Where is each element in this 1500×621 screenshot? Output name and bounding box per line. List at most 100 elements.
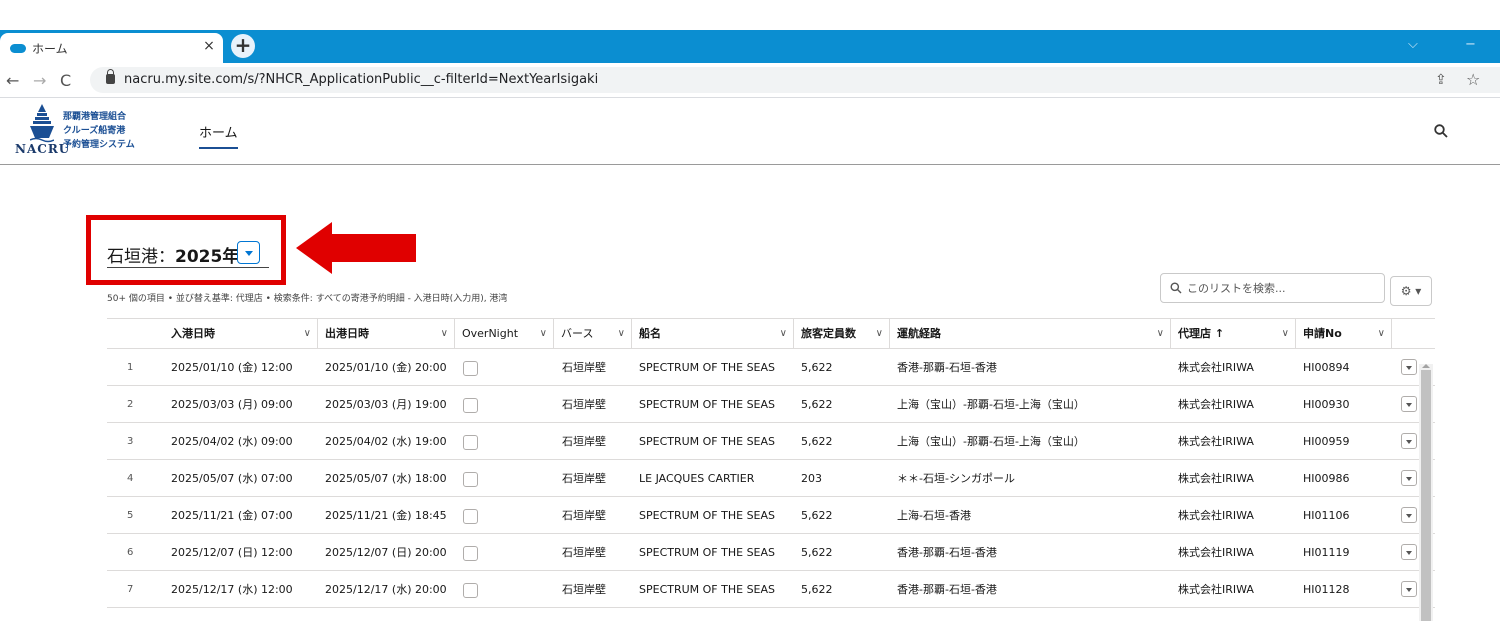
scrollbar-thumb[interactable]: [1421, 370, 1431, 621]
red-arrow-icon: [296, 222, 416, 274]
overnight-checkbox[interactable]: [463, 546, 478, 561]
overnight-checkbox[interactable]: [463, 435, 478, 450]
agent-cell: 株式会社IRIWA: [1178, 583, 1254, 596]
ship-cell: SPECTRUM OF THE SEAS: [639, 546, 776, 559]
column-header-arrival[interactable]: 入港日時 ∨: [163, 319, 317, 349]
agent-cell: 株式会社IRIWA: [1178, 361, 1254, 374]
row-number: 7: [127, 584, 134, 595]
berth-cell: 石垣岸壁: [562, 546, 606, 559]
logo-name: NACRU: [15, 142, 71, 156]
url-field[interactable]: nacru.my.site.com/s/?NHCR_ApplicationPub…: [90, 67, 1500, 93]
overnight-checkbox[interactable]: [463, 583, 478, 598]
agent-cell: 株式会社IRIWA: [1178, 435, 1254, 448]
berth-cell: 石垣岸壁: [562, 435, 606, 448]
row-action-button[interactable]: [1401, 470, 1417, 486]
row-action-button[interactable]: [1401, 359, 1417, 375]
route-cell: 香港-那覇-石垣-香港: [897, 583, 997, 596]
nacru-logo[interactable]: NACRU 那覇港管理組合 クルーズ船寄港 予約管理システム: [13, 104, 173, 160]
capacity-cell: 5,622: [801, 546, 833, 559]
row-action-button[interactable]: [1401, 396, 1417, 412]
list-search-box[interactable]: [1160, 273, 1385, 303]
list-title-underline: [107, 267, 269, 268]
chevron-down-icon[interactable]: ∨: [540, 319, 547, 349]
reload-icon[interactable]: C: [60, 71, 71, 90]
column-header-overnight[interactable]: OverNight ∨: [454, 319, 553, 349]
capacity-cell: 5,622: [801, 583, 833, 596]
table-scrollbar[interactable]: [1419, 364, 1433, 621]
column-header-route[interactable]: 運航経路 ∨: [889, 319, 1170, 349]
column-header-ship[interactable]: 船名 ∨: [631, 319, 793, 349]
back-arrow-icon[interactable]: ←: [6, 71, 19, 90]
minimize-button[interactable]: −: [1465, 37, 1476, 52]
column-header-capacity[interactable]: 旅客定員数 ∨: [793, 319, 889, 349]
row-action-button[interactable]: [1401, 507, 1417, 523]
scroll-up-arrow-icon[interactable]: [1422, 364, 1430, 368]
tab-close-icon[interactable]: ×: [200, 38, 218, 54]
row-action-button[interactable]: [1401, 544, 1417, 560]
ship-cell: SPECTRUM OF THE SEAS: [639, 435, 776, 448]
chevron-down-icon[interactable]: ∨: [1282, 319, 1289, 349]
route-cell: 香港-那覇-石垣-香港: [897, 546, 997, 559]
agent-cell: 株式会社IRIWA: [1178, 472, 1254, 485]
column-header-berth[interactable]: バース ∨: [553, 319, 631, 349]
bookmark-star-icon[interactable]: ☆: [1466, 70, 1480, 89]
agent-cell: 株式会社IRIWA: [1178, 398, 1254, 411]
overnight-checkbox[interactable]: [463, 509, 478, 524]
app-no-cell: HI00930: [1303, 398, 1350, 411]
list-title-prefix: 石垣港：: [107, 247, 175, 267]
app-no-cell: HI00959: [1303, 435, 1350, 448]
departure-cell: 2025/04/02 (水) 19:00: [325, 435, 447, 448]
share-icon[interactable]: ⇪: [1435, 72, 1447, 88]
list-title-year: 2025年: [175, 247, 240, 267]
berth-cell: 石垣岸壁: [562, 509, 606, 522]
chevron-down-icon[interactable]: ∨: [876, 319, 883, 349]
chevron-down-icon[interactable]: ∨: [441, 319, 448, 349]
agent-cell: 株式会社IRIWA: [1178, 509, 1254, 522]
list-settings-gear-button[interactable]: ⚙ ▾: [1390, 276, 1432, 306]
arrival-cell: 2025/12/07 (日) 12:00: [171, 546, 293, 559]
arrival-cell: 2025/01/10 (金) 12:00: [171, 361, 293, 374]
overnight-checkbox[interactable]: [463, 472, 478, 487]
column-label: バース: [561, 327, 594, 340]
lock-icon[interactable]: [106, 69, 115, 84]
ship-cell: LE JACQUES CARTIER: [639, 472, 755, 485]
table-row: 7 2025/12/17 (水) 12:00 2025/12/17 (水) 20…: [107, 571, 1435, 608]
chevron-down-icon[interactable]: ∨: [618, 319, 625, 349]
chevron-down-icon[interactable]: ∨: [780, 319, 787, 349]
row-number: 4: [127, 473, 134, 484]
departure-cell: 2025/11/21 (金) 18:45: [325, 509, 447, 522]
list-meta-info: 50+ 個の項目 • 並び替え基準: 代理店 • 検索条件: すべての寄港予約明…: [107, 294, 508, 304]
list-search-input[interactable]: [1187, 279, 1377, 297]
route-cell: 上海-石垣-香港: [897, 509, 971, 522]
chevron-down-icon[interactable]: ∨: [1157, 319, 1164, 349]
browser-tab[interactable]: ホーム ×: [0, 33, 223, 63]
overnight-checkbox[interactable]: [463, 398, 478, 413]
chevron-down-icon[interactable]: ∨: [304, 319, 311, 349]
table-row: 1 2025/01/10 (金) 12:00 2025/01/10 (金) 20…: [107, 349, 1435, 386]
url-text[interactable]: nacru.my.site.com/s/?NHCR_ApplicationPub…: [124, 72, 598, 87]
column-divider[interactable]: [1391, 319, 1392, 349]
column-header-app-no[interactable]: 申請No ∨: [1295, 319, 1391, 349]
nav-home-link[interactable]: ホーム: [199, 122, 238, 149]
app-no-cell: HI01128: [1303, 583, 1350, 596]
table-row: 2 2025/03/03 (月) 09:00 2025/03/03 (月) 19…: [107, 386, 1435, 423]
search-icon[interactable]: [1434, 124, 1448, 138]
new-tab-button[interactable]: +: [231, 34, 255, 58]
overnight-checkbox[interactable]: [463, 361, 478, 376]
row-action-button[interactable]: [1401, 433, 1417, 449]
arrival-cell: 2025/05/07 (水) 07:00: [171, 472, 293, 485]
table-row: 5 2025/11/21 (金) 07:00 2025/11/21 (金) 18…: [107, 497, 1435, 534]
tab-search-chevron-icon[interactable]: ⌵: [1408, 37, 1418, 52]
list-view-title: 石垣港： 2025年: [107, 242, 239, 267]
logo-line-3: 予約管理システム: [63, 140, 135, 150]
ship-cell: SPECTRUM OF THE SEAS: [639, 361, 776, 374]
browser-tab-bar: ホーム × + ⌵ −: [0, 30, 1500, 63]
column-label: OverNight: [462, 327, 519, 340]
forward-arrow-icon[interactable]: →: [33, 71, 46, 90]
chevron-down-icon[interactable]: ∨: [1378, 319, 1385, 349]
column-header-agent[interactable]: 代理店 ↑ ∨: [1170, 319, 1295, 349]
row-action-button[interactable]: [1401, 581, 1417, 597]
column-header-departure[interactable]: 出港日時 ∨: [317, 319, 454, 349]
ship-cell: SPECTRUM OF THE SEAS: [639, 583, 776, 596]
list-view-dropdown-button[interactable]: [237, 241, 260, 264]
